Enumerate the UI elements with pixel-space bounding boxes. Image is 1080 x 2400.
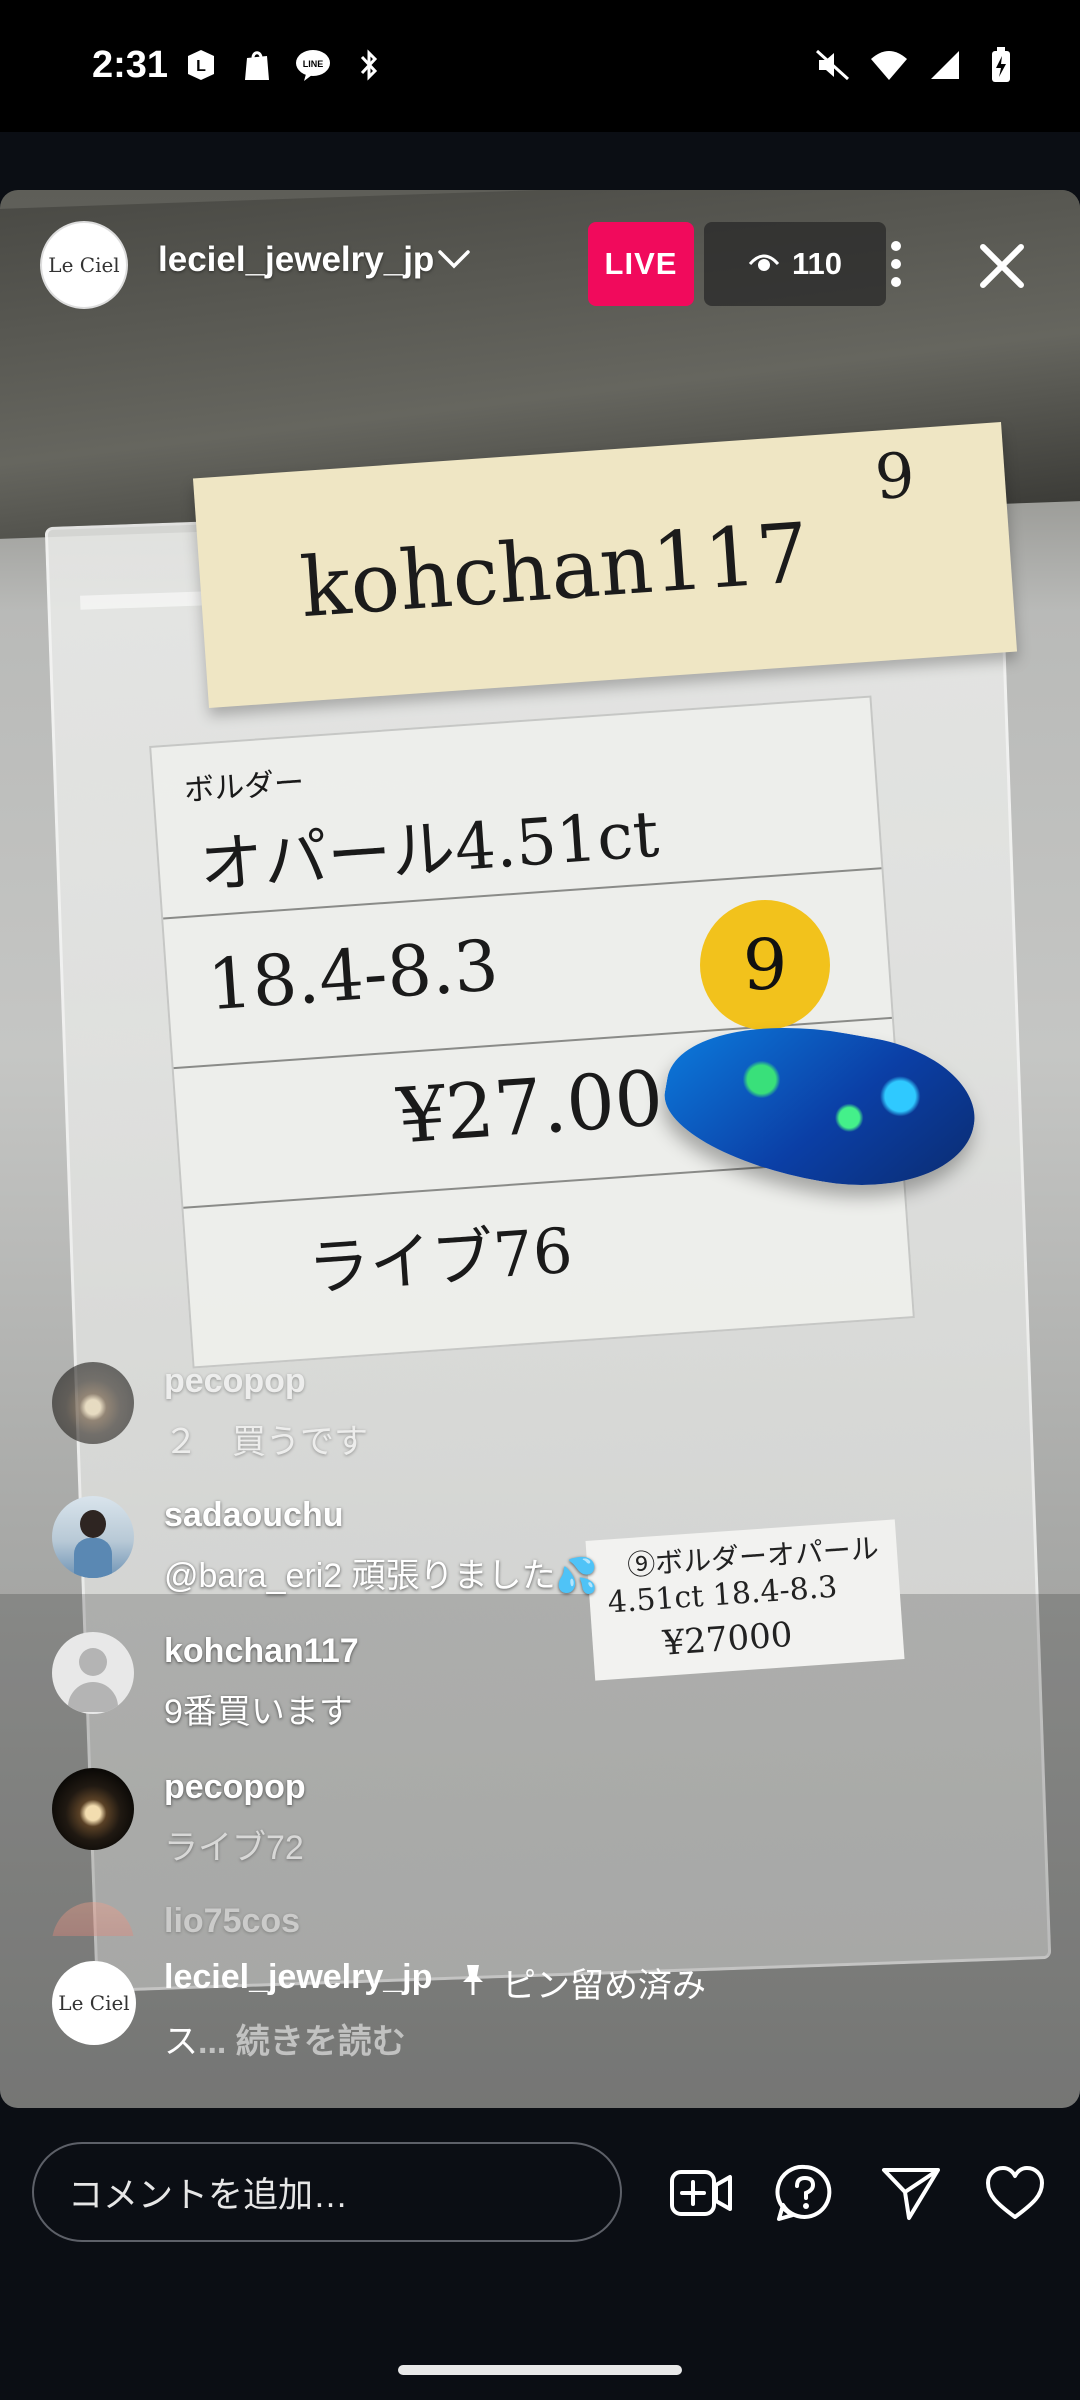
- host-username[interactable]: leciel_jewelry_jp: [158, 240, 434, 280]
- l-app-icon: L: [182, 46, 220, 84]
- status-bar: 2:31 L LINE: [0, 0, 1080, 132]
- avatar[interactable]: [52, 1768, 134, 1850]
- comment-username[interactable]: kohchan117: [164, 1632, 359, 1671]
- card-line-3: 18.4-8.3: [205, 924, 501, 1027]
- mute-icon: [814, 46, 852, 84]
- battery-icon: [982, 46, 1020, 84]
- heart-icon[interactable]: [982, 2160, 1048, 2226]
- host-avatar[interactable]: Le Ciel: [40, 221, 128, 309]
- read-more-link[interactable]: ... 続きを読む: [198, 2023, 406, 2061]
- number-sticker: 9: [700, 900, 830, 1030]
- avatar[interactable]: [52, 1902, 134, 1936]
- bluetooth-icon: [350, 46, 388, 84]
- more-options-icon[interactable]: [876, 232, 916, 296]
- avatar[interactable]: [52, 1362, 134, 1444]
- svg-text:L: L: [196, 58, 206, 75]
- note-name: kohchan117: [297, 505, 812, 637]
- wifi-icon: [870, 46, 908, 84]
- home-indicator[interactable]: [398, 2365, 682, 2375]
- card-line-1: ボルダー: [183, 765, 306, 809]
- note-number: 9: [872, 438, 918, 514]
- comment-text: @bara_eri2 頑張りました💦: [164, 1557, 598, 1595]
- status-time: 2:31: [92, 44, 169, 86]
- comment-item: lio75cos: [52, 1902, 1012, 1936]
- signal-icon: [926, 46, 964, 84]
- pinned-avatar[interactable]: Le Ciel: [52, 1961, 136, 2045]
- viewer-count-badge[interactable]: 110: [704, 222, 886, 306]
- comment-input[interactable]: コメントを追加…: [32, 2142, 622, 2242]
- svg-text:LINE: LINE: [303, 59, 324, 69]
- line-icon: LINE: [294, 46, 332, 84]
- chevron-down-icon[interactable]: [436, 248, 472, 277]
- comment-text: ライブ72: [164, 1829, 304, 1867]
- comment-item: sadaouchu @bara_eri2 頑張りました💦: [52, 1496, 1012, 1596]
- question-icon[interactable]: [772, 2160, 838, 2226]
- comment-username[interactable]: lio75cos: [164, 1902, 300, 1936]
- comment-username[interactable]: pecopop: [164, 1362, 306, 1401]
- pin-icon: [458, 1962, 488, 2003]
- eye-icon: [748, 246, 780, 282]
- avatar[interactable]: [52, 1496, 134, 1578]
- live-badge: LIVE: [588, 222, 694, 306]
- comment-username[interactable]: pecopop: [164, 1768, 306, 1807]
- comment-text: 9番買います: [164, 1693, 353, 1731]
- pinned-username[interactable]: leciel_jewelry_jp: [164, 1958, 432, 1997]
- comment-item: pecopop ライブ72: [52, 1768, 1012, 1868]
- comment-placeholder: コメントを追加…: [68, 2175, 349, 2215]
- pinned-text: ス: [164, 2023, 198, 2061]
- add-video-guest-icon[interactable]: [668, 2160, 734, 2226]
- comment-text: ２ 買うです: [164, 1423, 368, 1461]
- top-gap: [0, 132, 1080, 190]
- pinned-comment[interactable]: ス... 続きを読む: [164, 2014, 406, 2063]
- send-icon[interactable]: [878, 2160, 944, 2226]
- comment-item: pecopop ２ 買うです: [52, 1362, 1012, 1462]
- default-avatar-icon[interactable]: [52, 1632, 134, 1714]
- card-line-5: ライブ76: [305, 1213, 575, 1306]
- pinned-label: ピン留め済み: [502, 1967, 706, 2005]
- comment-item: kohchan117 9番買います: [52, 1632, 1012, 1732]
- close-icon[interactable]: [972, 236, 1032, 296]
- comment-username[interactable]: sadaouchu: [164, 1496, 343, 1535]
- viewer-count: 110: [791, 246, 842, 281]
- shopify-icon: [238, 46, 276, 84]
